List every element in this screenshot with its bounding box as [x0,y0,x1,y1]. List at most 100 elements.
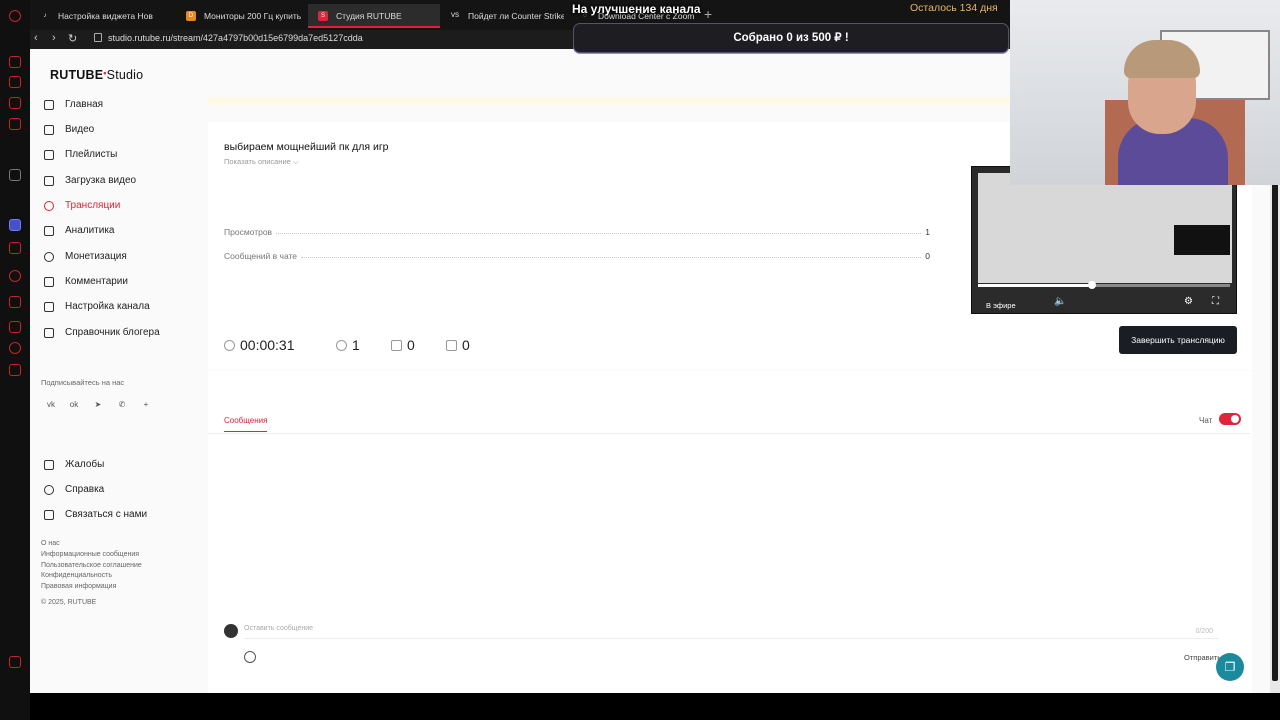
duration-counter: 00:00:31 [224,337,295,353]
nav-label: Плейлисты [65,149,118,160]
settings-icon [44,302,54,312]
stream-preview-player[interactable]: В эфире 🔈 ⚙ ⛶ [971,166,1237,314]
nav-item-videos[interactable]: Видео [42,120,202,140]
viber-icon[interactable]: ✆ [116,399,128,411]
nav-item-comments[interactable]: Комментарии [42,272,202,292]
char-counter: 0/200 [1195,628,1213,635]
tab-label: Мониторы 200 Гц купить [204,11,302,21]
tab-messages[interactable]: Сообщения [224,416,268,432]
footer-link[interactable]: Правовая информация [41,583,116,590]
nav-label: Монетизация [65,251,127,262]
gear-icon[interactable]: ⚙ [1184,296,1193,307]
sidebar-app-icon[interactable] [9,56,21,68]
analytics-icon [44,226,54,236]
sidebar-app-icon[interactable] [9,118,21,130]
preview-progress-bar[interactable] [978,284,1230,287]
nav-item-upload[interactable]: Загрузка видео [42,171,202,191]
nav-item-contact[interactable]: Связаться с нами [42,505,202,525]
nav-label: Видео [65,124,95,135]
clock-icon [224,340,235,351]
logo-brand: RUTUBE [50,68,104,82]
studio-sidebar: RUTUBE•Studio Главная Видео Плейлисты За… [30,49,208,693]
browser-tab[interactable]: ♪ Настройка виджета Нов [30,4,160,28]
back-icon[interactable]: ‹ [34,32,38,44]
dislikes-counter: 0 [446,337,470,353]
opera-logo-icon[interactable] [9,10,21,22]
footer-link[interactable]: Информационные сообщения [41,551,139,558]
copyright: © 2025, RUTUBE [41,599,97,606]
tab-label: Студия RUTUBE [336,11,402,21]
dislikes-value: 0 [462,337,470,353]
upload-icon [44,176,54,186]
book-icon [44,328,54,338]
ok-icon[interactable]: ok [68,399,80,411]
progress-knob[interactable] [1088,281,1096,289]
flag-icon [44,460,54,470]
forward-icon[interactable]: › [52,32,56,44]
browser-tab[interactable]: VS Пойдет ли Counter Strike [440,4,564,28]
sidebar-app-icon[interactable] [9,270,21,282]
emoji-icon[interactable] [244,651,256,663]
new-tab-button[interactable]: + [704,6,712,22]
nav-item-monetization[interactable]: Монетизация [42,247,202,267]
twitch-icon[interactable] [9,219,21,231]
fullscreen-icon[interactable]: ⛶ [1212,296,1219,307]
sidebar-app-icon[interactable] [9,169,21,181]
sidebar-app-icon[interactable] [9,656,21,668]
send-button[interactable]: Отправить [1184,653,1221,662]
nav-label: Комментарии [65,276,128,287]
message-placeholder: Оставить сообщение [244,625,314,632]
sidebar-app-icon[interactable] [9,321,21,333]
nav-item-blogger-guide[interactable]: Справочник блогера [42,323,202,343]
divider [208,433,1250,434]
browser-tab-active[interactable]: S Студия RUTUBE [308,4,440,28]
nav-item-complaints[interactable]: Жалобы [42,455,202,475]
reload-icon[interactable]: ↻ [68,32,77,45]
home-icon [44,100,54,110]
nav-item-channel-settings[interactable]: Настройка канала [42,297,202,317]
sidebar-app-icon[interactable] [9,76,21,88]
rutube-studio-logo[interactable]: RUTUBE•Studio [50,68,143,82]
tab-favicon-icon: D [186,11,196,21]
footer-link[interactable]: Пользовательское соглашение [41,562,142,569]
message-input[interactable]: Оставить сообщение 0/200 [244,625,1219,639]
donation-goal-bar: Собрано 0 из 500 ₽ ! [573,23,1009,53]
footer-link[interactable]: О нас [41,540,60,547]
url-field[interactable]: studio.rutube.ru/stream/427a4797b00d15e6… [108,33,363,43]
notice-banner [208,97,1010,105]
show-description-link[interactable]: Показать описание ⌵ [224,157,299,167]
browser-sidebar [0,0,30,720]
nav-label: Справка [65,484,105,495]
stream-title: выбираем мощнейший пк для игр [224,141,389,153]
nav-item-home[interactable]: Главная [42,95,202,115]
plus-icon[interactable]: + [140,399,152,411]
avatar [224,624,238,638]
stat-value: 1 [925,227,930,237]
nav-label: Главная [65,99,104,110]
chat-toggle[interactable] [1219,413,1241,425]
nav-item-help[interactable]: Справка [42,480,202,500]
sidebar-app-icon[interactable] [9,242,21,254]
donation-days-left: Осталось 134 дня [910,2,998,14]
volume-icon[interactable]: 🔈 [1054,296,1066,307]
duration-value: 00:00:31 [240,337,295,353]
end-stream-button[interactable]: Завершить трансляцию [1119,326,1237,354]
footer-link[interactable]: Конфиденциальность [41,572,112,579]
sidebar-app-icon[interactable] [9,296,21,308]
sidebar-app-icon[interactable] [9,97,21,109]
subscribe-label: Подписывайтесь на нас [41,378,125,387]
nav-item-analytics[interactable]: Аналитика [42,221,202,241]
sidebar-app-icon[interactable] [9,364,21,376]
browser-tab[interactable]: D Мониторы 200 Гц купить [176,4,302,28]
vk-icon[interactable]: vk [45,399,57,411]
tab-favicon-icon: S [318,11,328,21]
likes-value: 0 [407,337,415,353]
telegram-icon[interactable]: ➤ [92,399,104,411]
sidebar-app-icon[interactable] [9,342,21,354]
tab-label: Пойдет ли Counter Strike [468,11,564,21]
nav-item-streams[interactable]: Трансляции [42,196,202,216]
support-chat-button[interactable]: ❐ [1216,653,1244,681]
nav-item-playlists[interactable]: Плейлисты [42,145,202,165]
help-icon [44,485,54,495]
stat-label: Сообщений в чате [224,251,298,261]
